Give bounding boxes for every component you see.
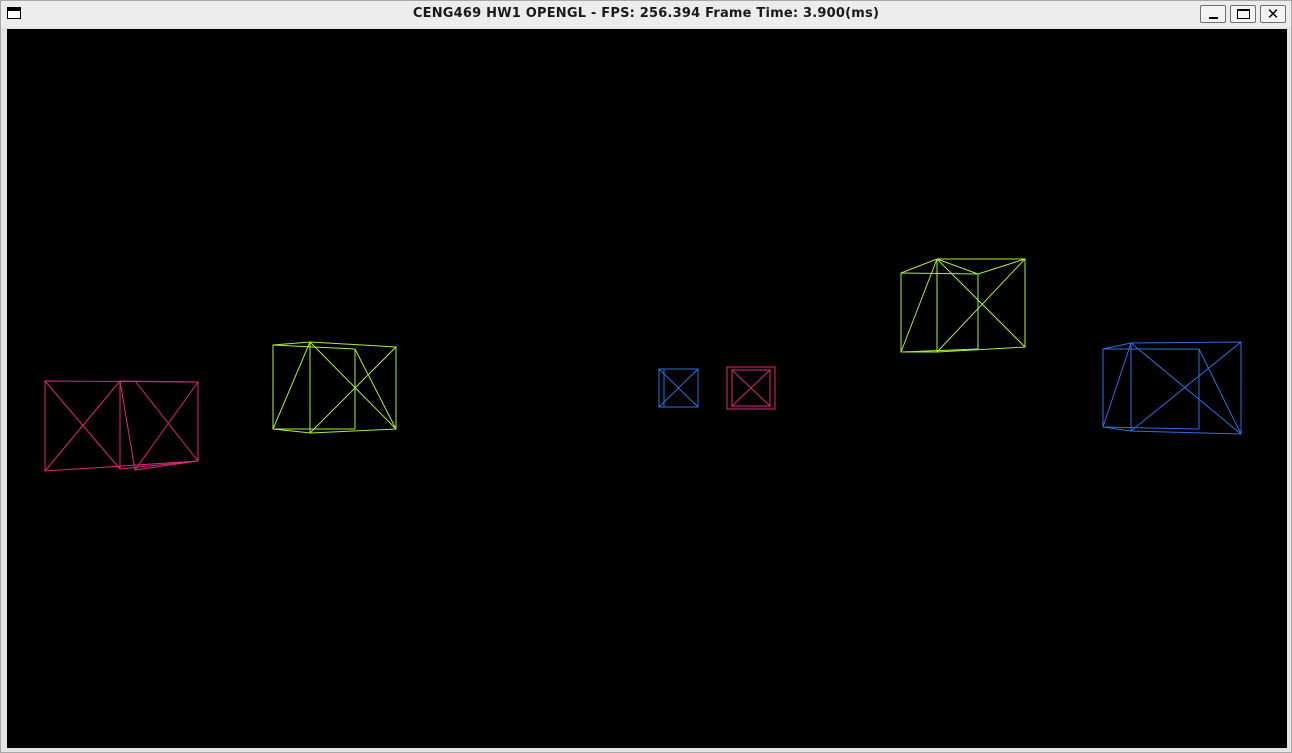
- pink-cube-center: [726, 366, 776, 410]
- opengl-viewport[interactable]: [7, 29, 1287, 748]
- title-bar[interactable]: CENG469 HW1 OPENGL - FPS: 256.394 Frame …: [1, 1, 1291, 27]
- green-cube-right: [900, 258, 1026, 353]
- minimize-icon: [1209, 17, 1218, 19]
- blue-cube-center: [658, 368, 699, 408]
- pink-cube-left: [44, 380, 199, 472]
- green-cube-left: [272, 341, 397, 434]
- app-window: CENG469 HW1 OPENGL - FPS: 256.394 Frame …: [0, 0, 1292, 753]
- minimize-button[interactable]: [1200, 5, 1226, 23]
- scene-render: [44, 258, 1242, 472]
- close-icon: ✕: [1266, 5, 1280, 23]
- maximize-button[interactable]: [1230, 5, 1256, 23]
- maximize-icon: [1237, 9, 1250, 19]
- blue-cube-right: [1102, 341, 1242, 435]
- close-button[interactable]: ✕: [1260, 5, 1286, 23]
- window-title: CENG469 HW1 OPENGL - FPS: 256.394 Frame …: [412, 6, 880, 21]
